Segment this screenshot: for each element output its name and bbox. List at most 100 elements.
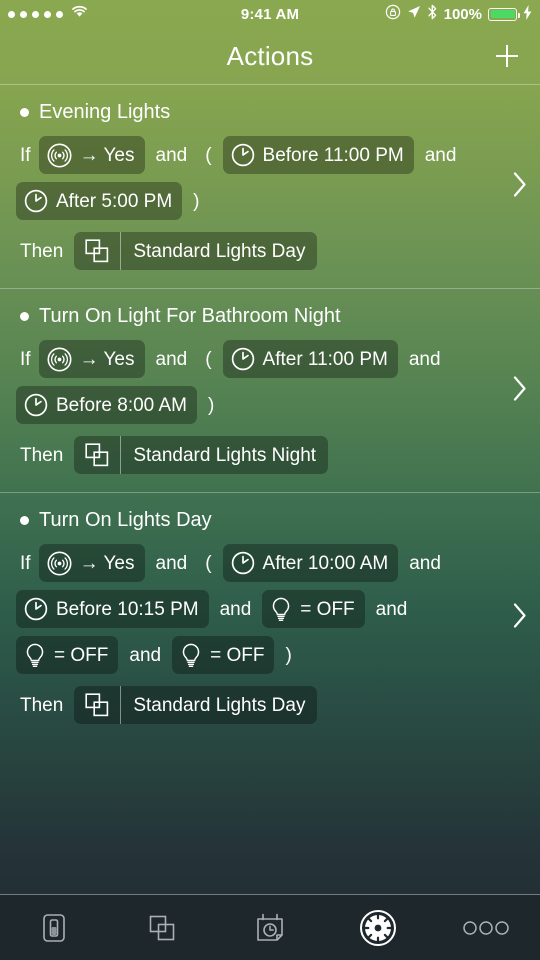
condition-pill[interactable]: Before 11:00 PM: [222, 136, 414, 174]
bulb-icon: [179, 642, 203, 669]
clock-icon: [23, 596, 49, 622]
keyword-then: Then: [20, 444, 64, 466]
bulb-icon: [269, 596, 293, 623]
page-title: Actions: [226, 40, 314, 71]
condition-expression: If → Yes and ( After 11:00 PM and Before 8:00 …: [14, 336, 500, 428]
keyword-paren: ): [285, 644, 292, 666]
clock-icon: [230, 550, 256, 576]
result-pill-label: Standard Lights Day: [133, 694, 306, 716]
battery-percent: 100%: [443, 5, 482, 23]
condition-pill[interactable]: → Yes: [38, 136, 145, 174]
condition-pill[interactable]: = OFF: [262, 590, 365, 628]
condition-pill[interactable]: → Yes: [38, 544, 145, 582]
app-root: 9:41 AM 100% Actions Evening Lights If →…: [0, 0, 540, 960]
status-bar-right: 100%: [385, 4, 532, 24]
battery-icon: [488, 7, 520, 21]
clock-icon: [23, 188, 49, 214]
condition-pill-label: After 5:00 PM: [56, 190, 173, 212]
action-title-label: Evening Lights: [39, 101, 171, 123]
keyword-and: and: [424, 144, 457, 166]
condition-expression: If → Yes and ( Before 11:00 PM and After 5:00 …: [14, 132, 500, 224]
bluetooth-icon: [427, 4, 438, 24]
disclosure-chevron-icon[interactable]: [512, 374, 528, 407]
condition-pill[interactable]: = OFF: [172, 636, 275, 674]
result-pill[interactable]: Standard Lights Night: [74, 436, 329, 474]
tab-scenes[interactable]: [108, 895, 216, 960]
status-bullet-icon: [20, 108, 29, 117]
condition-pill[interactable]: Before 8:00 AM: [16, 386, 197, 424]
action-row[interactable]: Evening Lights If → Yes and ( Before 11:00 PM…: [0, 84, 540, 288]
status-bullet-icon: [20, 516, 29, 525]
keyword-and: and: [155, 144, 188, 166]
scene-icon: [74, 687, 120, 723]
actions-list: Evening Lights If → Yes and ( Before 11:00 PM…: [0, 84, 540, 742]
condition-pill-label: → Yes: [79, 552, 135, 574]
status-bar: 9:41 AM 100%: [0, 0, 540, 28]
keyword-paren: ): [207, 394, 215, 416]
action-row[interactable]: Turn On Light For Bathroom Night If → Yes a…: [0, 288, 540, 492]
action-title: Turn On Lights Day: [20, 509, 500, 532]
condition-pill-label: = OFF: [54, 644, 109, 666]
condition-pill[interactable]: After 5:00 PM: [16, 182, 183, 220]
condition-pill[interactable]: After 11:00 PM: [222, 340, 398, 378]
keyword-paren: (: [205, 552, 212, 574]
disclosure-chevron-icon[interactable]: [512, 601, 528, 634]
bulb-icon: [23, 642, 47, 669]
action-title: Turn On Light For Bathroom Night: [20, 305, 500, 328]
tab-actions[interactable]: [324, 895, 432, 960]
action-title-label: Turn On Lights Day: [39, 509, 212, 531]
condition-expression: If → Yes and ( After 10:00 AM and Before 10:15…: [14, 540, 500, 678]
sensor-icon: [46, 550, 73, 577]
keyword-if: If: [20, 348, 31, 370]
action-title: Evening Lights: [20, 101, 500, 124]
keyword-paren: (: [205, 348, 212, 370]
keyword-paren: (: [205, 144, 212, 166]
result-pill-label: Standard Lights Night: [133, 444, 317, 466]
result-pill-label: Standard Lights Day: [133, 240, 306, 262]
result-expression: Then Standard Lights Day: [14, 682, 500, 728]
keyword-and: and: [219, 598, 252, 620]
clock-icon: [230, 346, 256, 372]
keyword-paren: ): [193, 190, 200, 212]
condition-pill-label: = OFF: [300, 598, 355, 620]
tab-schedules[interactable]: [216, 895, 324, 960]
action-title-label: Turn On Light For Bathroom Night: [39, 305, 341, 327]
keyword-if: If: [20, 552, 31, 574]
tab-devices[interactable]: [0, 895, 108, 960]
status-bullet-icon: [20, 312, 29, 321]
condition-pill[interactable]: After 10:00 AM: [222, 544, 399, 582]
clock-icon: [230, 142, 256, 168]
status-time: 9:41 AM: [240, 5, 300, 23]
tab-more[interactable]: [432, 895, 540, 960]
condition-pill-label: = OFF: [210, 644, 265, 666]
condition-pill-label: Before 10:15 PM: [56, 598, 199, 620]
condition-pill-label: Before 11:00 PM: [262, 144, 404, 166]
keyword-then: Then: [20, 694, 64, 716]
nav-bar: Actions: [0, 28, 540, 84]
action-row[interactable]: Turn On Lights Day If → Yes and ( After 10:00…: [0, 492, 540, 742]
sensor-icon: [46, 346, 73, 373]
rotation-lock-icon: [385, 4, 401, 24]
keyword-and: and: [408, 348, 441, 370]
keyword-and: and: [155, 348, 188, 370]
clock-icon: [23, 392, 49, 418]
keyword-and: and: [155, 552, 188, 574]
charging-bolt-icon: [523, 4, 532, 24]
keyword-if: If: [20, 144, 31, 166]
condition-pill[interactable]: → Yes: [38, 340, 145, 378]
result-pill[interactable]: Standard Lights Day: [74, 232, 318, 270]
result-expression: Then Standard Lights Day: [14, 228, 500, 274]
condition-pill-label: → Yes: [79, 348, 135, 370]
condition-pill-label: Before 8:00 AM: [56, 394, 187, 416]
keyword-and: and: [409, 552, 441, 574]
result-pill[interactable]: Standard Lights Day: [74, 686, 318, 724]
location-arrow-icon: [407, 5, 421, 23]
add-action-button[interactable]: [488, 37, 526, 75]
scene-icon: [74, 437, 120, 473]
keyword-and: and: [129, 644, 162, 666]
condition-pill-label: After 11:00 PM: [262, 348, 388, 370]
disclosure-chevron-icon[interactable]: [512, 170, 528, 203]
condition-pill[interactable]: = OFF: [16, 636, 119, 674]
condition-pill[interactable]: Before 10:15 PM: [16, 590, 209, 628]
tab-bar: [0, 894, 540, 960]
